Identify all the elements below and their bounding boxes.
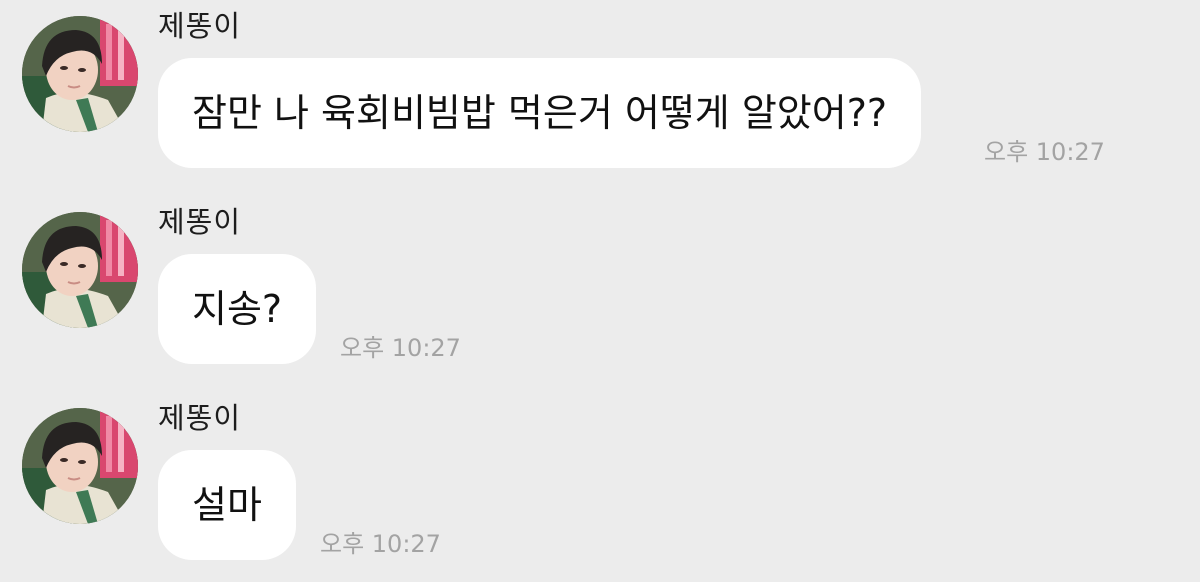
message-bubble[interactable]: 지송? (158, 254, 317, 364)
avatar-photo-icon (22, 16, 138, 132)
sender-name: 제똥이 (158, 9, 242, 43)
message-row: 제똥이 지송? 오후 10:27 (0, 196, 1200, 386)
avatar-photo-icon (22, 212, 138, 328)
sender-name: 제똥이 (158, 205, 242, 239)
message-bubble[interactable]: 잠만 나 육회비빔밥 먹은거 어떻게 알았어?? (158, 58, 922, 168)
avatar-photo-icon (22, 408, 138, 524)
sender-name: 제똥이 (158, 401, 242, 435)
message-timestamp: 오후 10:27 (320, 530, 441, 558)
message-row: 제똥이 잠만 나 육회비빔밥 먹은거 어떻게 알았어?? 오후 10:27 (0, 0, 1200, 190)
avatar[interactable] (22, 212, 138, 328)
message-row: 제똥이 설마 오후 10:27 (0, 392, 1200, 582)
message-timestamp: 오후 10:27 (984, 138, 1105, 166)
avatar[interactable] (22, 408, 138, 524)
message-timestamp: 오후 10:27 (340, 334, 461, 362)
message-bubble[interactable]: 설마 (158, 450, 296, 560)
avatar[interactable] (22, 16, 138, 132)
